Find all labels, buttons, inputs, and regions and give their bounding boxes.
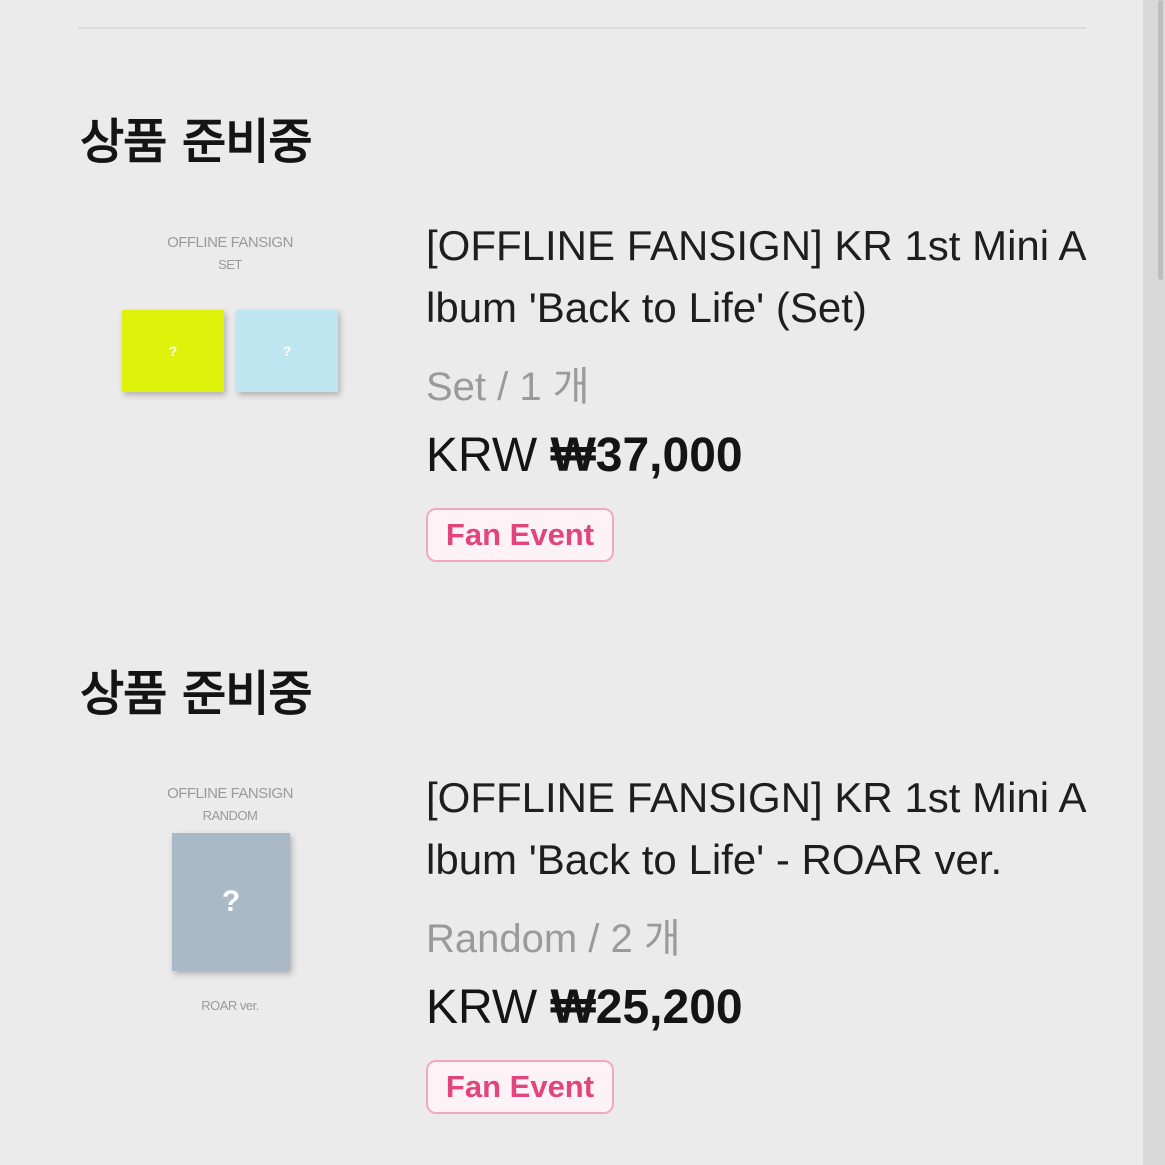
price-currency: KRW — [426, 429, 538, 482]
order-status-heading: 상품 준비중 — [80, 114, 313, 170]
thumbnail-subcaption: RANDOM — [202, 808, 258, 823]
album-cover-grey: ? — [172, 833, 290, 971]
divider — [78, 27, 1086, 29]
product-price: KRW ₩37,000 — [426, 428, 743, 483]
thumbnail-version-caption: ROAR ver. — [201, 998, 259, 1013]
thumbnail-subcaption: SET — [218, 257, 242, 272]
price-amount: ₩25,200 — [550, 981, 743, 1034]
fan-event-badge: Fan Event — [426, 508, 614, 562]
order-items-page: 상품 준비중 OFFLINE FANSIGN SET ? ? [OFFLINE … — [0, 0, 1165, 1165]
product-thumbnail[interactable]: OFFLINE FANSIGN SET ? ? — [110, 222, 350, 472]
product-price: KRW ₩25,200 — [426, 980, 743, 1035]
fan-event-badge: Fan Event — [426, 1060, 614, 1114]
order-status-heading: 상품 준비중 — [80, 666, 313, 722]
thumbnail-caption: OFFLINE FANSIGN — [167, 234, 293, 251]
album-cover-blue: ? — [236, 310, 338, 392]
product-title[interactable]: [OFFLINE FANSIGN] KR 1st Mini Album 'Bac… — [426, 767, 1091, 891]
scrollbar-thumb[interactable] — [1158, 0, 1163, 280]
product-option: Set / 1 개 — [426, 365, 590, 409]
product-thumbnail[interactable]: OFFLINE FANSIGN RANDOM ? ROAR ver. — [110, 773, 350, 1023]
product-option: Random / 2 개 — [426, 917, 681, 961]
album-cover-yellow: ? — [122, 310, 224, 392]
price-amount: ₩37,000 — [550, 429, 743, 482]
price-currency: KRW — [426, 981, 538, 1034]
scroll-track[interactable] — [1143, 0, 1165, 1165]
product-title[interactable]: [OFFLINE FANSIGN] KR 1st Mini Album 'Bac… — [426, 215, 1091, 339]
thumbnail-caption: OFFLINE FANSIGN — [167, 785, 293, 802]
